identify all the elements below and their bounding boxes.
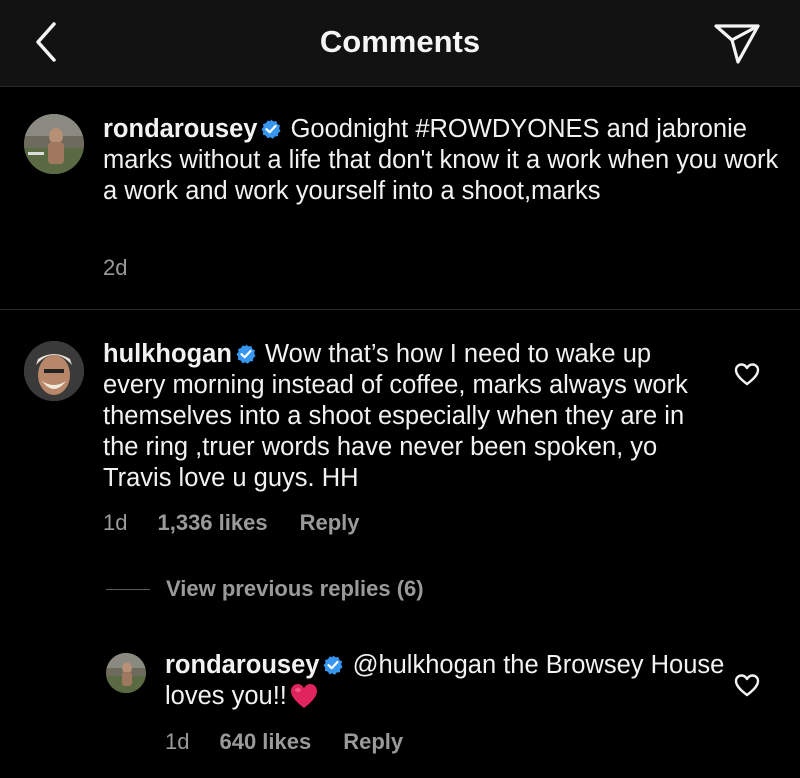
comment-reply-button[interactable]: Reply bbox=[300, 510, 360, 536]
comment-username[interactable]: hulkhogan bbox=[103, 340, 232, 368]
page-title: Comments bbox=[319, 24, 481, 59]
share-button[interactable] bbox=[712, 18, 762, 66]
caption-timestamp: 2d bbox=[103, 255, 128, 280]
red-heart-icon bbox=[290, 684, 317, 708]
view-previous-replies[interactable]: View previous replies (6) bbox=[106, 576, 424, 610]
avatar[interactable] bbox=[24, 341, 84, 401]
like-button[interactable] bbox=[734, 362, 760, 388]
verified-badge-icon bbox=[323, 655, 343, 675]
reply-likes-count[interactable]: 640 likes bbox=[219, 729, 311, 755]
view-previous-replies-label: View previous replies (6) bbox=[166, 576, 424, 601]
verified-badge-icon bbox=[236, 344, 256, 364]
comment-timestamp: 1d bbox=[103, 510, 128, 535]
reply-meta: 1d 640 likes Reply bbox=[165, 729, 403, 755]
reply-timestamp: 1d bbox=[165, 729, 190, 754]
heart-outline-icon bbox=[734, 363, 760, 386]
comment-likes-count[interactable]: 1,336 likes bbox=[157, 510, 267, 536]
avatar[interactable] bbox=[24, 114, 84, 174]
header-bar: Comments bbox=[0, 0, 800, 87]
comment-meta: 1d 1,336 likes Reply bbox=[103, 510, 360, 536]
reply-username[interactable]: rondarousey bbox=[165, 651, 319, 679]
reply-reply-button[interactable]: Reply bbox=[343, 729, 403, 755]
caption-username[interactable]: rondarousey bbox=[103, 115, 257, 143]
reply-text: rondarousey @hulkhogan the Browsey House… bbox=[165, 650, 725, 712]
replies-divider-line bbox=[106, 588, 150, 590]
caption-text: rondarousey Goodnight #ROWDYONES and jab… bbox=[103, 114, 783, 207]
verified-badge-icon bbox=[261, 119, 281, 139]
comment-text: hulkhogan Wow that’s how I need to wake … bbox=[103, 339, 713, 494]
avatar[interactable] bbox=[106, 653, 146, 693]
heart-outline-icon bbox=[734, 674, 760, 697]
like-button[interactable] bbox=[734, 673, 760, 699]
paper-plane-icon bbox=[714, 24, 760, 64]
caption-meta: 2d bbox=[103, 255, 127, 281]
